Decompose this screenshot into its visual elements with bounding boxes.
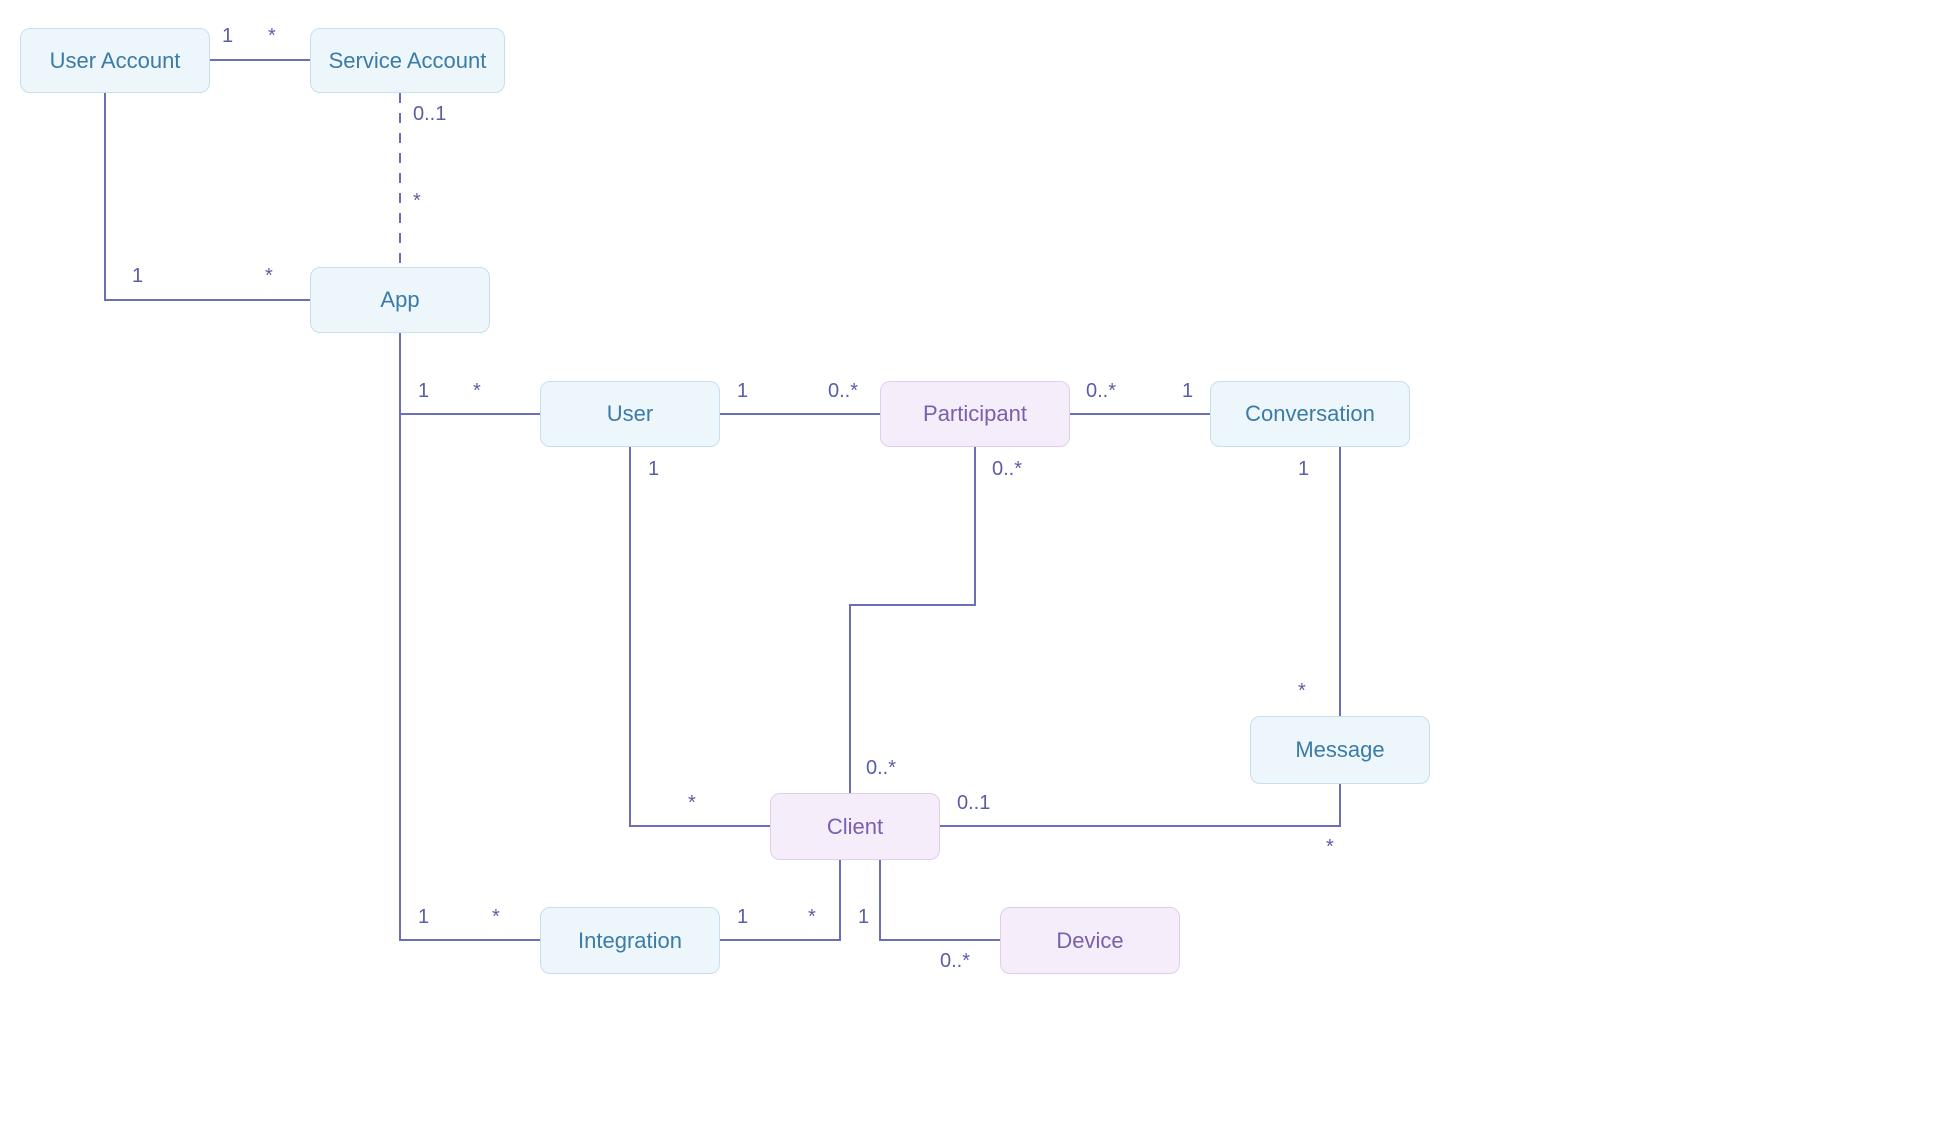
entity-label: User xyxy=(607,401,653,427)
card-conv-msg-b: * xyxy=(1298,680,1306,703)
entity-label: Message xyxy=(1295,737,1384,763)
card-sa-app-bot: * xyxy=(413,190,421,213)
card-app-int-r: * xyxy=(492,906,500,929)
entity-service-account: Service Account xyxy=(310,28,505,93)
entity-integration: Integration xyxy=(540,907,720,974)
card-user-part-l: 1 xyxy=(737,380,748,403)
entity-user: User xyxy=(540,381,720,447)
entity-participant: Participant xyxy=(880,381,1070,447)
card-ua-app-right: * xyxy=(265,265,273,288)
entity-label: User Account xyxy=(50,48,181,74)
card-user-part-r: 0..* xyxy=(828,380,858,403)
entity-label: App xyxy=(380,287,419,313)
card-user-client-t: 1 xyxy=(648,458,659,481)
entity-label: Participant xyxy=(923,401,1027,427)
card-ua-sa-left: 1 xyxy=(222,25,233,48)
entity-app: App xyxy=(310,267,490,333)
entity-label: Conversation xyxy=(1245,401,1375,427)
card-app-user-l: 1 xyxy=(418,380,429,403)
entity-label: Service Account xyxy=(329,48,487,74)
card-part-conv-r: 1 xyxy=(1182,380,1193,403)
entity-message: Message xyxy=(1250,716,1430,784)
entity-label: Client xyxy=(827,814,883,840)
card-part-client-t: 0..* xyxy=(992,458,1022,481)
card-app-int-l: 1 xyxy=(418,906,429,929)
entity-label: Device xyxy=(1056,928,1123,954)
entity-conversation: Conversation xyxy=(1210,381,1410,447)
card-client-msg-l: 0..1 xyxy=(957,792,990,815)
card-client-dev-l: 1 xyxy=(858,906,869,929)
card-part-conv-l: 0..* xyxy=(1086,380,1116,403)
card-client-dev-r: 0..* xyxy=(940,950,970,973)
entity-device: Device xyxy=(1000,907,1180,974)
card-part-client-b: 0..* xyxy=(866,757,896,780)
card-sa-app-top: 0..1 xyxy=(413,103,446,126)
card-int-client-l: 1 xyxy=(737,906,748,929)
card-client-msg-r: * xyxy=(1326,836,1334,859)
card-ua-app-left: 1 xyxy=(132,265,143,288)
entity-label: Integration xyxy=(578,928,682,954)
card-ua-sa-right: * xyxy=(268,25,276,48)
card-conv-msg-t: 1 xyxy=(1298,458,1309,481)
card-int-client-r: * xyxy=(808,906,816,929)
card-user-client-b: * xyxy=(688,792,696,815)
card-app-user-r: * xyxy=(473,380,481,403)
entity-user-account: User Account xyxy=(20,28,210,93)
entity-client: Client xyxy=(770,793,940,860)
